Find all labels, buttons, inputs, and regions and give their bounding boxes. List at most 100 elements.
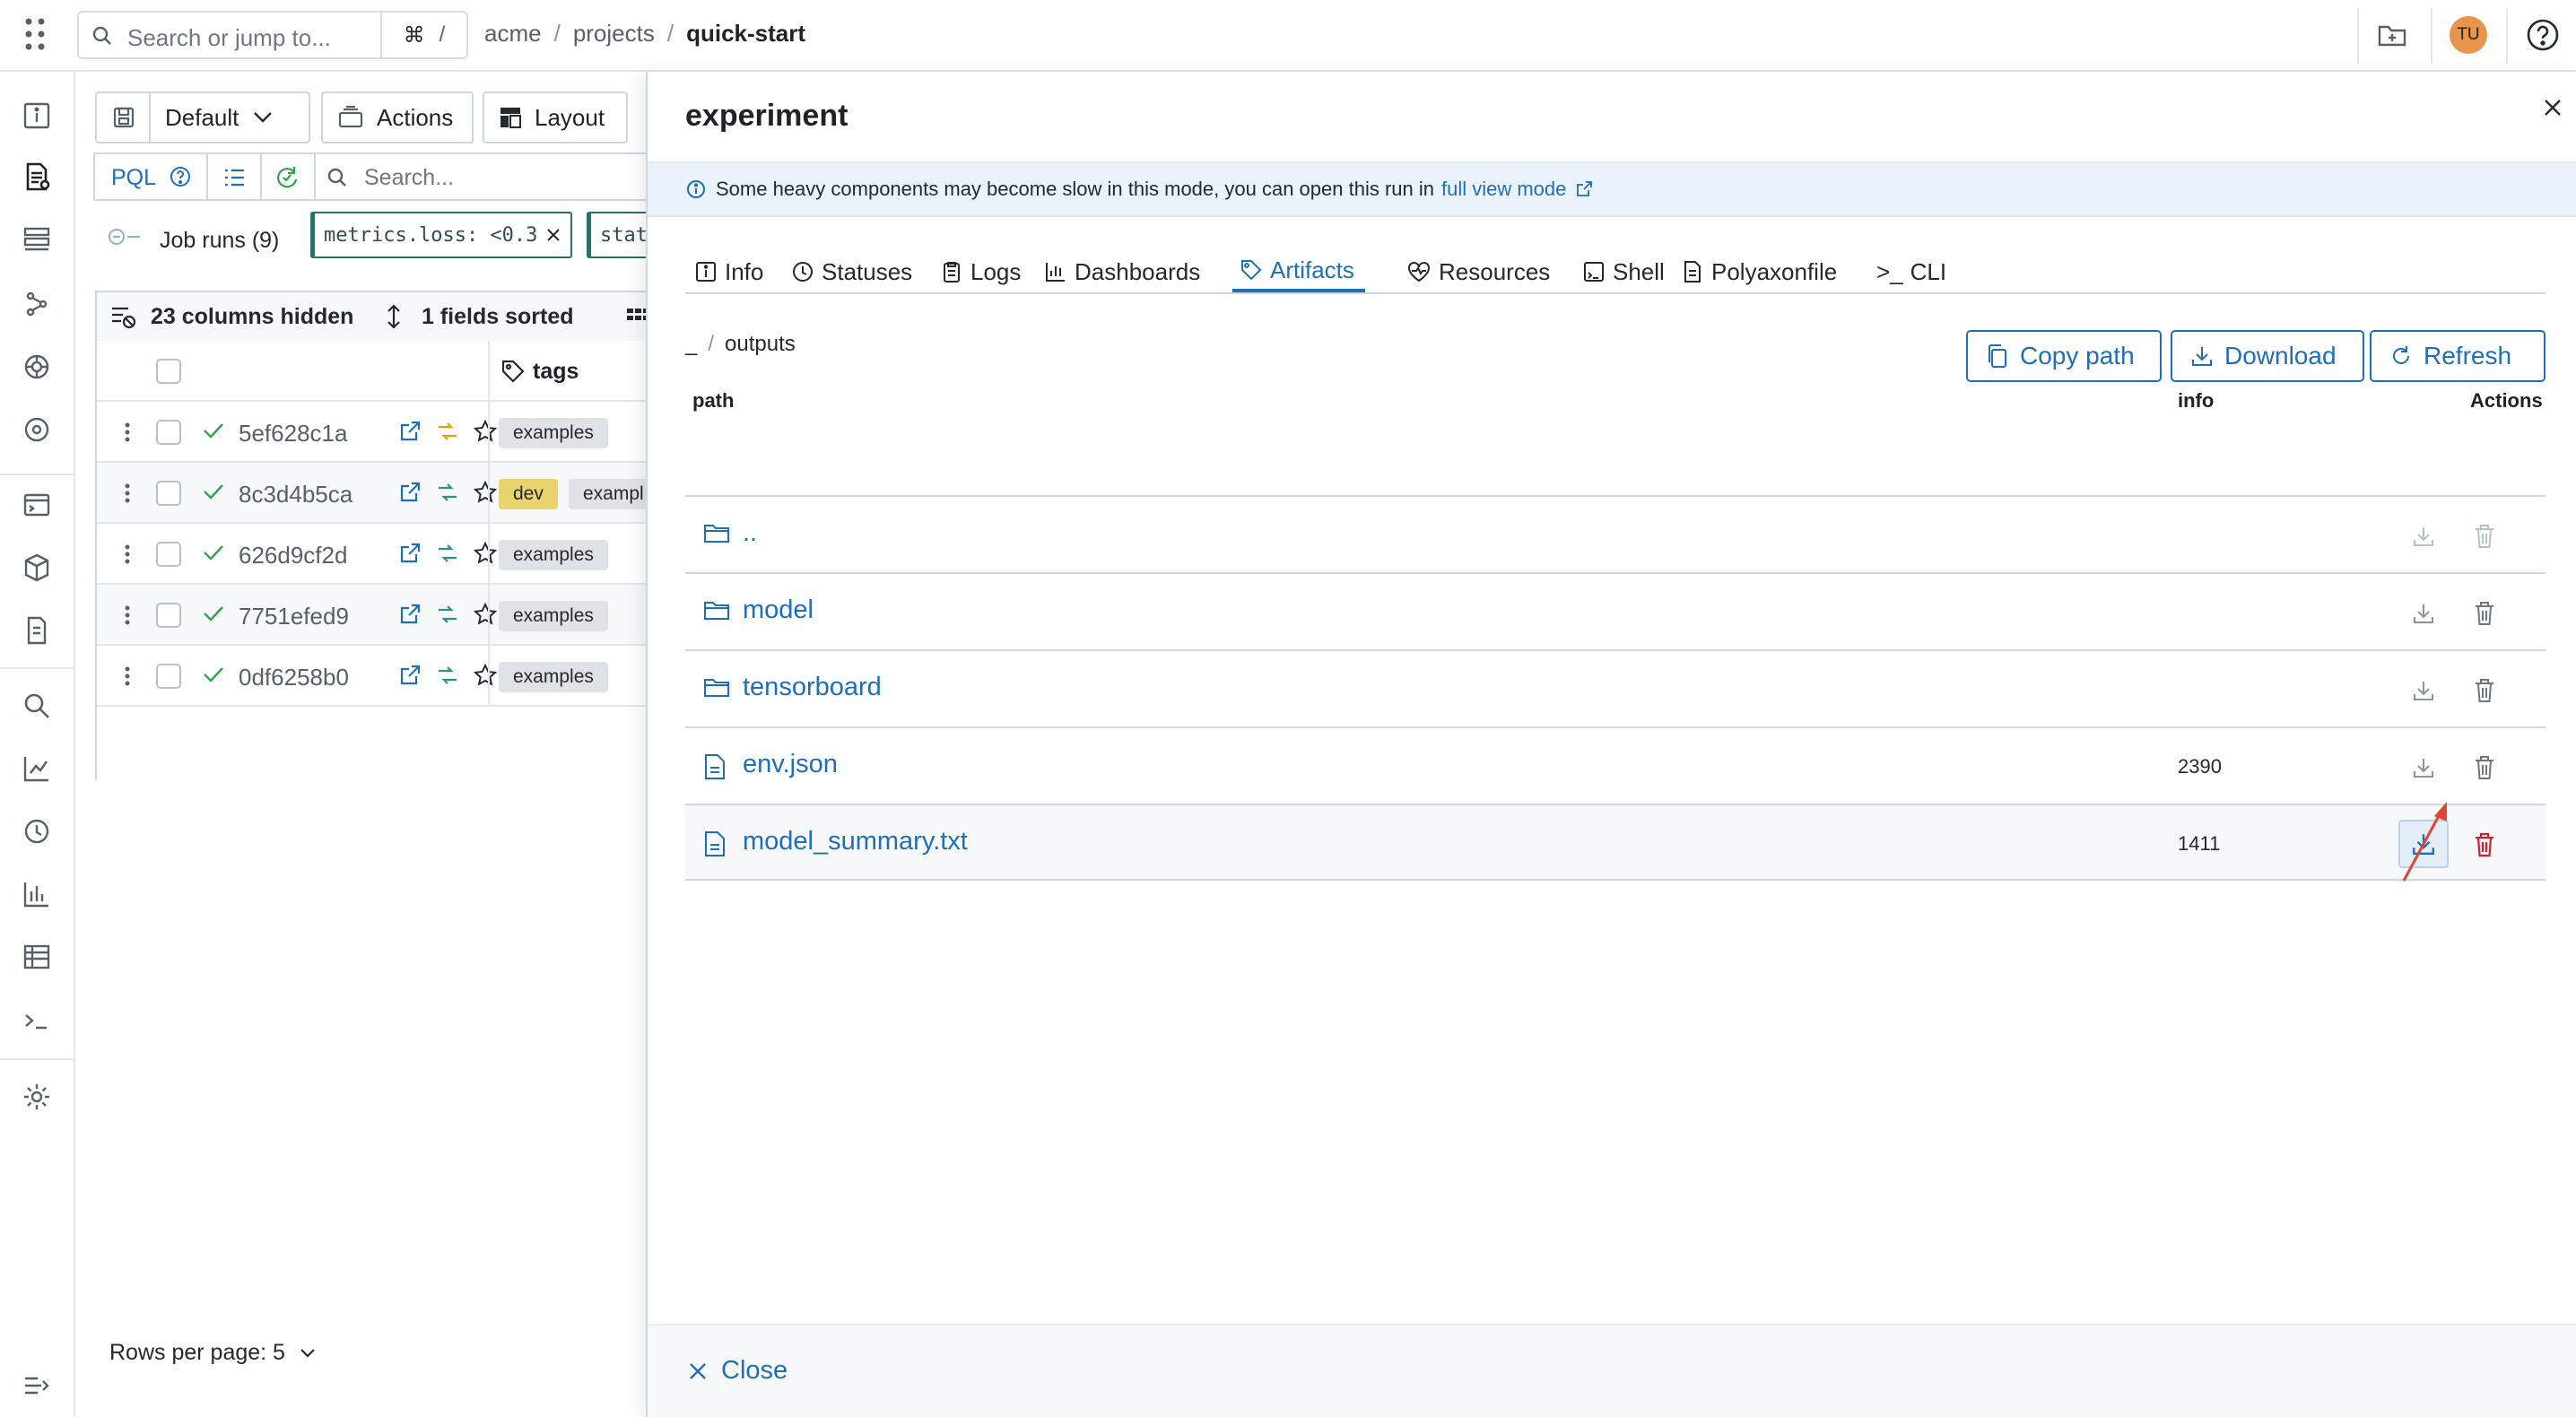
tab-artifacts[interactable]: Artifacts [1232, 251, 1365, 292]
tab-info[interactable]: Info [694, 251, 763, 292]
row-menu-icon[interactable] [124, 482, 131, 504]
external-link-icon[interactable] [398, 420, 422, 443]
sort-icon[interactable] [384, 303, 404, 330]
help-icon[interactable] [2526, 18, 2560, 52]
run-id[interactable]: 0df6258b0 [239, 664, 349, 691]
compare-icon[interactable] [436, 420, 459, 443]
tag-badge[interactable]: examples [499, 540, 608, 570]
external-link-icon[interactable] [398, 542, 422, 565]
delete-artifact-button[interactable] [2467, 750, 2502, 786]
row-checkbox[interactable] [156, 664, 181, 689]
avatar[interactable]: TU [2450, 16, 2487, 54]
run-id[interactable]: 7751efed9 [239, 603, 349, 630]
cli-nav-icon[interactable] [22, 1006, 52, 1037]
row-menu-icon[interactable] [124, 604, 131, 626]
download-button[interactable]: Download [2171, 330, 2364, 382]
table-row[interactable]: 5ef628c1a examples [97, 402, 671, 463]
terminal-nav-icon[interactable] [22, 490, 52, 520]
history-nav-icon[interactable] [22, 816, 52, 847]
download-artifact-button[interactable] [2406, 750, 2441, 786]
apps-grid-icon[interactable] [22, 16, 52, 52]
breadcrumb-projects[interactable]: projects [573, 20, 655, 48]
refresh-button[interactable]: Refresh [2370, 330, 2546, 382]
list-icon[interactable] [222, 167, 246, 188]
artifact-name-link[interactable]: env.json [743, 750, 838, 779]
layout-button[interactable]: Layout [483, 91, 628, 143]
artifact-name-link[interactable]: model_summary.txt [743, 827, 968, 856]
components-nav-icon[interactable] [22, 224, 52, 255]
compare-icon[interactable] [436, 664, 459, 687]
row-checkbox[interactable] [156, 481, 181, 506]
star-icon[interactable] [474, 481, 497, 504]
row-checkbox[interactable] [156, 420, 181, 445]
external-link-icon[interactable] [398, 664, 422, 687]
download-artifact-button[interactable] [2406, 518, 2441, 554]
tag-badge[interactable]: examples [499, 418, 608, 448]
models-nav-icon[interactable] [22, 352, 52, 382]
delete-artifact-button[interactable] [2467, 518, 2502, 554]
breadcrumb-project[interactable]: quick-start [686, 20, 805, 48]
group-collapse-icon[interactable] [106, 226, 145, 248]
table-nav-icon[interactable] [22, 942, 52, 972]
rows-per-page-select[interactable]: Rows per page: 5 [109, 1340, 316, 1366]
select-all-checkbox[interactable] [156, 359, 181, 384]
artifact-name-link[interactable]: tensorboard [743, 673, 882, 702]
run-id[interactable]: 5ef628c1a [239, 420, 347, 448]
save-view-button[interactable]: Default [95, 91, 310, 143]
tab-resources[interactable]: Resources [1406, 251, 1550, 292]
row-checkbox[interactable] [156, 542, 181, 567]
tag-badge[interactable]: examples [499, 662, 608, 692]
path-root[interactable]: _ [685, 332, 697, 357]
delete-artifact-button[interactable] [2467, 827, 2502, 863]
tab-polyaxonfile[interactable]: Polyaxonfile [1681, 251, 1837, 292]
table-row[interactable]: 7751efed9 examples [97, 585, 671, 646]
external-link-icon[interactable] [398, 481, 422, 504]
delete-artifact-button[interactable] [2467, 673, 2502, 708]
star-icon[interactable] [474, 603, 497, 626]
folder-add-icon[interactable] [2377, 20, 2407, 50]
help-icon[interactable] [169, 165, 192, 188]
row-menu-icon[interactable] [124, 422, 131, 443]
columns-hidden-label[interactable]: 23 columns hidden [151, 304, 353, 330]
star-icon[interactable] [474, 542, 497, 565]
global-search-input[interactable]: Search or jump to... ⌘ / [77, 11, 468, 59]
table-row[interactable]: 626d9cf2d examples [97, 524, 671, 585]
copy-path-button[interactable]: Copy path [1966, 330, 2162, 382]
external-link-icon[interactable] [1575, 180, 1593, 198]
table-row[interactable]: 8c3d4b5ca dev exampl [97, 463, 671, 524]
actions-button[interactable]: Actions [321, 91, 474, 143]
download-artifact-button[interactable] [2406, 595, 2441, 631]
breadcrumb-org[interactable]: acme [484, 20, 542, 48]
expand-nav-icon[interactable] [22, 1370, 52, 1401]
external-link-icon[interactable] [398, 603, 422, 626]
close-icon[interactable] [546, 228, 561, 242]
search-nav-icon[interactable] [22, 691, 52, 721]
artifact-name-link[interactable]: model [743, 595, 814, 625]
settings-nav-icon[interactable] [22, 1082, 52, 1112]
row-checkbox[interactable] [156, 603, 181, 628]
tags-column-header[interactable]: tags [533, 359, 579, 385]
row-menu-icon[interactable] [124, 543, 131, 565]
star-icon[interactable] [474, 420, 497, 443]
download-artifact-button[interactable] [2406, 673, 2441, 708]
close-button[interactable]: Close [687, 1356, 788, 1386]
tag-badge[interactable]: examples [499, 601, 608, 631]
pql-label[interactable]: PQL [111, 165, 156, 191]
compare-icon[interactable] [436, 603, 459, 626]
compare-icon[interactable] [436, 481, 459, 504]
tab-dashboards[interactable]: Dashboards [1044, 251, 1200, 292]
delete-artifact-button[interactable] [2467, 595, 2502, 631]
filter-chip-loss[interactable]: metrics.loss: <0.3 [310, 212, 572, 258]
row-menu-icon[interactable] [124, 665, 131, 687]
charts-nav-icon[interactable] [22, 879, 52, 909]
run-id[interactable]: 626d9cf2d [239, 542, 347, 569]
table-row[interactable]: 0df6258b0 examples [97, 646, 671, 707]
tab-cli[interactable]: >_ CLI [1876, 251, 1946, 292]
tab-logs[interactable]: Logs [940, 251, 1021, 292]
tag-badge[interactable]: dev [499, 479, 558, 509]
package-nav-icon[interactable] [22, 552, 52, 583]
tab-statuses[interactable]: Statuses [791, 251, 912, 292]
fields-sorted-label[interactable]: 1 fields sorted [422, 304, 574, 330]
report-nav-icon[interactable] [22, 615, 52, 646]
runs-nav-icon[interactable] [22, 161, 52, 192]
